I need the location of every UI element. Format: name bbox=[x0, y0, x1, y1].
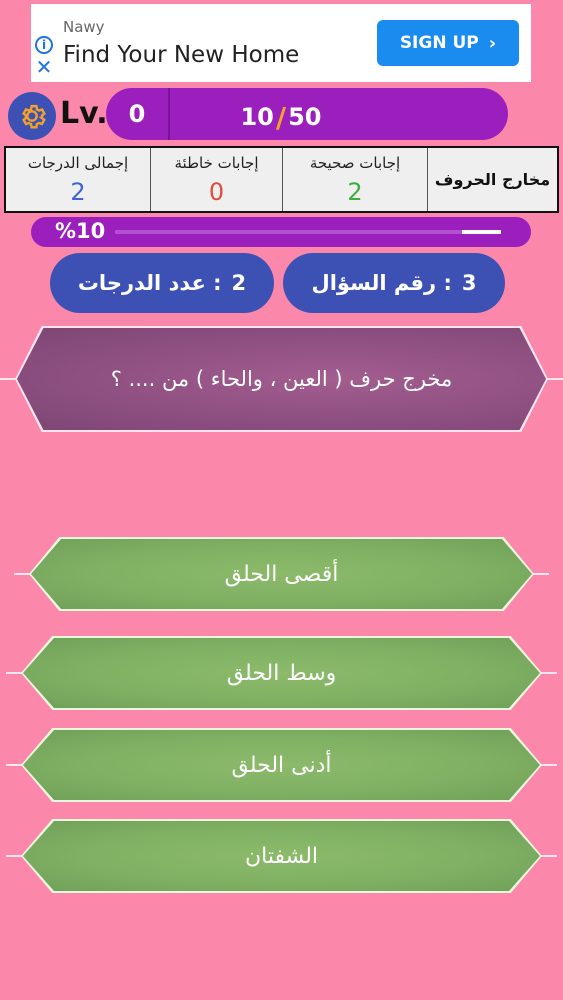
correct-label: إجابات صحيحة bbox=[309, 153, 401, 172]
score-count-pill: عدد الدرجات : 2 bbox=[50, 253, 274, 313]
wrong-value: 0 bbox=[208, 177, 225, 206]
ad-headline[interactable]: Find Your New Home bbox=[63, 42, 299, 68]
answer-option-2[interactable]: وسط الحلق bbox=[21, 636, 542, 710]
score-count-label: عدد الدرجات : bbox=[77, 271, 222, 295]
question-panel: مخرج حرف ( العين ، والحاء ) من .... ؟ bbox=[0, 326, 563, 432]
chevron-right-icon: › bbox=[488, 32, 497, 54]
answer-option-3-text: أدنى الحلق bbox=[23, 730, 540, 800]
ad-banner[interactable]: i ✕ Nawy Find Your New Home SIGN UP › bbox=[31, 4, 531, 82]
stats-table: مخارج الحروف إجابات صحيحة 2 إجابات خاطئة… bbox=[4, 146, 559, 213]
progress-separator: / bbox=[275, 100, 287, 134]
percent-progress-bar: %10 bbox=[31, 217, 531, 247]
category-title: مخارج الحروف bbox=[434, 170, 551, 189]
answer-option-4-text: الشفتان bbox=[23, 821, 540, 891]
settings-button[interactable] bbox=[8, 92, 56, 140]
level-label: Lv. bbox=[60, 96, 108, 131]
close-icon[interactable]: ✕ bbox=[35, 57, 53, 77]
wrong-label: إجابات خاطئة bbox=[174, 153, 259, 172]
score-count-value: 2 bbox=[231, 271, 247, 295]
percent-label: %10 bbox=[55, 219, 106, 243]
answer-row-4: الشفتان bbox=[0, 819, 563, 893]
question-progress: 10 / 50 bbox=[170, 88, 392, 146]
ad-signup-label: SIGN UP bbox=[399, 33, 479, 53]
correct-value: 2 bbox=[347, 177, 363, 206]
answer-option-2-text: وسط الحلق bbox=[23, 638, 540, 708]
progress-total: 50 bbox=[288, 103, 322, 131]
answer-row-3: أدنى الحلق bbox=[0, 728, 563, 802]
answer-option-1-text: أقصى الحلق bbox=[31, 539, 532, 609]
ad-signup-button[interactable]: SIGN UP › bbox=[377, 20, 519, 66]
level-value: 0 bbox=[128, 100, 146, 128]
info-icon[interactable]: i bbox=[35, 36, 53, 54]
stat-wrong: إجابات خاطئة 0 bbox=[150, 148, 282, 211]
answer-option-1[interactable]: أقصى الحلق bbox=[29, 537, 534, 611]
answer-row-1: أقصى الحلق bbox=[0, 537, 563, 611]
total-value: 2 bbox=[70, 177, 86, 206]
question-frame: مخرج حرف ( العين ، والحاء ) من .... ؟ bbox=[15, 326, 548, 432]
score-bar: 0 10 / 50 bbox=[106, 88, 508, 140]
stat-correct: إجابات صحيحة 2 bbox=[282, 148, 427, 211]
answer-option-3[interactable]: أدنى الحلق bbox=[21, 728, 542, 802]
question-number-label: رقم السؤال : bbox=[311, 271, 452, 295]
progress-current: 10 bbox=[240, 103, 274, 131]
stat-total: إجمالى الدرجات 2 bbox=[6, 148, 150, 211]
stat-category: مخارج الحروف bbox=[427, 148, 557, 211]
gear-icon bbox=[22, 104, 46, 129]
question-number-value: 3 bbox=[461, 271, 477, 295]
question-text: مخرج حرف ( العين ، والحاء ) من .... ؟ bbox=[17, 328, 546, 430]
ad-brand: Nawy bbox=[63, 18, 105, 36]
percent-fill bbox=[462, 230, 501, 234]
answer-row-2: وسط الحلق bbox=[0, 636, 563, 710]
answer-option-4[interactable]: الشفتان bbox=[21, 819, 542, 893]
total-label: إجمالى الدرجات bbox=[27, 153, 129, 172]
question-number-pill: رقم السؤال : 3 bbox=[283, 253, 505, 313]
percent-track bbox=[115, 230, 501, 234]
